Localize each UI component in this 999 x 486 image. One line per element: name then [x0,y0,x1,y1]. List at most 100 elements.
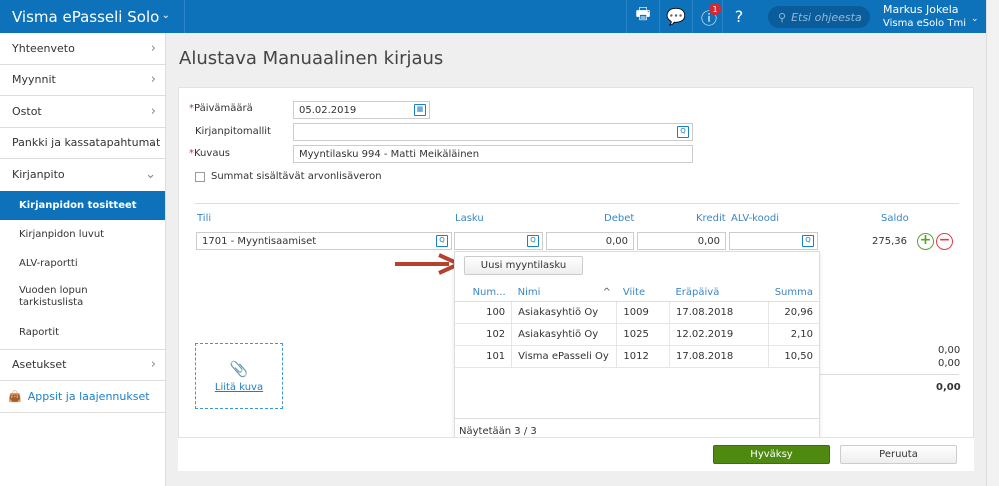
description-field[interactable]: Myyntilasku 994 - Matti Meikäläinen [293,145,693,163]
help-search-input[interactable]: ⚲ Etsi ohjeesta [768,6,870,28]
lookup-icon[interactable]: Q [527,235,539,247]
chevron-right-icon: › [150,135,156,151]
notifications-icon[interactable]: ⓘ 1 [692,0,725,33]
chevron-down-icon: ⌄ [971,14,979,24]
credit-total: 0,00 [938,358,961,369]
chevron-right-icon: › [150,357,156,373]
top-bar: Visma ePasseli Solo ⌄ 🖶 💬 ⓘ 1 ? ⚲ Etsi ohje… [0,0,986,33]
sidebar-item-label: Pankki ja kassatapahtumat [12,136,161,150]
notification-badge: 1 [709,3,721,15]
debit-total: 0,00 [938,345,961,356]
account-field[interactable]: 1701 - Myyntisaamiset Q [196,232,452,250]
help-icon[interactable]: ? [722,0,755,33]
debit-field[interactable]: 0,00 [546,232,634,250]
sidebar-item-label: Asetukset [12,358,67,372]
table-cell: 1025 [616,323,670,346]
sidebar-item-asetukset[interactable]: Asetukset › [0,350,165,381]
sidebar-subitem-tarkistuslista[interactable]: Vuoden lopun tarkistuslista [0,278,165,316]
sidebar-subitem-tositteet[interactable]: Kirjanpidon tositteet [0,190,165,220]
col-invoice: Lasku [455,213,484,224]
lookup-icon[interactable]: Q [677,126,689,138]
column-header[interactable]: Num... [455,284,512,302]
lookup-icon[interactable]: Q [436,235,448,247]
sidebar-subitem-luvut[interactable]: Kirjanpidon luvut [0,220,165,249]
table-cell: 1009 [616,301,670,324]
chevron-down-icon: ⌄ [161,10,170,21]
col-vat: ALV-koodi [731,213,779,224]
remove-row-icon[interactable]: − [936,233,953,250]
sidebar-item-myynnit[interactable]: Myynnit › [0,65,165,96]
lookup-icon[interactable]: Q [802,235,814,247]
table-row[interactable]: 102 Asiakasyhtiö Oy 1025 12.02.2019 2,10 [455,323,819,346]
table-cell: 10,50 [768,345,819,368]
chevron-down-icon: ⌄ [145,167,156,183]
table-cell: 2,10 [768,323,819,346]
sidebar-item-ostot[interactable]: Ostot › [0,96,165,128]
user-name: Markus Jokela [883,3,959,16]
invoice-field[interactable]: Q [454,232,543,250]
checkbox[interactable] [195,171,205,182]
sidebar-item-apps[interactable]: 👜 Appsit ja laajennukset [0,381,165,413]
sidebar-item-label: Yhteenveto [12,41,75,55]
col-credit: Kredit [696,213,726,224]
column-header[interactable]: Summa [768,284,819,302]
table-cell: Asiakasyhtiö Oy [511,301,618,324]
page-title: Alustava Manuaalinen kirjaus [179,48,444,69]
sidebar-subitem-alv[interactable]: ALV-raportti [0,249,165,278]
attach-image-link[interactable]: Liitä kuva [215,382,263,393]
divider [195,203,959,204]
col-debit: Debet [604,213,635,224]
col-account: Tili [197,213,212,224]
invoice-table: Num... Nimi ^ Viite Eräpäivä Summa 100 Asiakas… [455,284,819,368]
column-header[interactable]: Nimi ^ [511,284,617,302]
date-field[interactable]: 05.02.2019 ▦ [293,101,430,119]
chat-icon[interactable]: 💬 [659,0,692,33]
vat-code-field[interactable]: Q [729,232,818,250]
sidebar-item-pankki[interactable]: Pankki ja kassatapahtumat › [0,128,165,159]
scrollbar[interactable] [986,0,999,486]
column-header[interactable]: Viite [616,284,670,302]
invoice-dropdown: Uusi myyntilasku Num... Nimi ^ Viite Eräpäiv… [454,251,820,438]
column-label: Nimi [517,286,541,298]
divider [820,374,959,375]
table-cell: 102 [455,323,513,346]
approve-button[interactable]: Hyväksy [713,445,830,464]
vat-included-checkbox[interactable]: Summat sisältävät arvonlisäveron [195,171,382,182]
table-cell: Asiakasyhtiö Oy [511,323,618,346]
user-menu[interactable]: Markus Jokela Visma eSolo Tmi ⌄ [883,3,979,31]
table-cell: 12.02.2019 [669,323,770,346]
balance-value: 275,36 [872,236,907,247]
table-row[interactable]: 101 Visma ePasseli Oy 1012 17.08.2018 10,50 [455,345,819,368]
attach-image-dropzone[interactable]: 📎 Liitä kuva [195,343,283,409]
app-switcher[interactable]: Visma ePasseli Solo ⌄ [0,0,185,33]
sidebar-item-yhteenveto[interactable]: Yhteenveto › [0,33,165,65]
sort-asc-icon: ^ [602,286,611,298]
table-cell: 17.08.2018 [669,345,770,368]
chevron-right-icon: › [150,103,156,119]
sidebar-item-kirjanpito[interactable]: Kirjanpito ⌄ [0,159,165,191]
credit-field[interactable]: 0,00 [637,232,726,250]
cancel-button[interactable]: Peruuta [840,445,957,464]
chevron-right-icon: › [150,72,156,88]
add-row-icon[interactable]: + [917,233,934,250]
shopping-bag-icon: 👜 [8,389,22,403]
col-balance: Saldo [881,213,909,224]
user-org: Visma eSolo Tmi [883,18,966,29]
print-icon[interactable]: 🖶 [626,0,659,33]
sidebar-subitem-raportit[interactable]: Raportit [0,316,165,350]
table-cell: 1012 [616,345,670,368]
column-header[interactable]: Eräpäivä [669,284,769,302]
calendar-icon[interactable]: ▦ [414,104,426,116]
table-cell: 17.08.2018 [669,301,770,324]
date-label: *Päivämäärä [189,103,253,114]
template-field[interactable]: Q [293,123,693,141]
sidebar-item-label: Kirjanpito [12,168,65,182]
chevron-right-icon: › [150,40,156,56]
difference-total: 0,00 [936,382,961,393]
table-cell: 101 [455,345,513,368]
search-icon: ⚲ [778,10,787,24]
new-sales-invoice-button[interactable]: Uusi myyntilasku [464,256,583,275]
table-cell: 100 [455,301,513,324]
paperclip-icon: 📎 [229,359,249,378]
table-row[interactable]: 100 Asiakasyhtiö Oy 1009 17.08.2018 20,96 [455,301,819,324]
